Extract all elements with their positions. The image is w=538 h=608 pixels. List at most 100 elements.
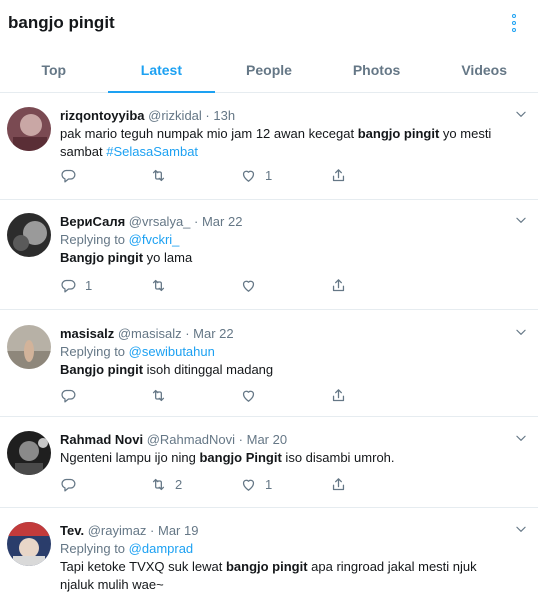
retweet-button[interactable] [150, 277, 240, 294]
like-button[interactable]: 1 [240, 476, 330, 493]
reply-button[interactable] [60, 167, 150, 184]
share-button[interactable] [330, 277, 420, 294]
search-highlight: bangjo pingit [357, 126, 440, 141]
heart-icon [240, 167, 257, 184]
retweet-count: 2 [175, 477, 183, 492]
chevron-down-icon[interactable] [514, 522, 528, 536]
reply-button[interactable] [60, 387, 150, 404]
replying-label: Replying to [60, 344, 129, 359]
tweet-item[interactable]: Tev. @rayimaz · Mar 19 Replying to @damp… [0, 508, 538, 608]
retweet-icon [150, 387, 167, 404]
tweet-time[interactable]: Mar 22 [202, 214, 242, 229]
chevron-down-icon[interactable] [514, 325, 528, 339]
more-vertical-icon[interactable] [504, 12, 524, 34]
tweet-meta: Tev. @rayimaz · Mar 19 [60, 522, 508, 540]
tweet-meta: ВериСаля @vrsalya_ · Mar 22 [60, 213, 508, 231]
user-handle[interactable]: @rayimaz [88, 523, 147, 538]
avatar[interactable] [7, 107, 51, 151]
text-segment: yo lama [143, 250, 193, 265]
tweet-text: Bangjo pingit isoh ditinggal madang [60, 361, 508, 379]
text-segment: Tapi ketoke TVXQ suk lewat [60, 559, 226, 574]
display-name[interactable]: Tev. [60, 523, 84, 538]
display-name[interactable]: rizqontoyyiba [60, 108, 145, 123]
share-button[interactable] [330, 167, 420, 184]
reply-icon [60, 277, 77, 294]
replying-to: Replying to @fvckri_ [60, 231, 508, 249]
retweet-icon [150, 277, 167, 294]
display-name[interactable]: masisalz [60, 326, 114, 341]
avatar[interactable] [7, 325, 51, 369]
share-icon [330, 277, 347, 294]
retweet-button[interactable]: 2 [150, 476, 240, 493]
search-highlight: Bangjo pingit [60, 362, 144, 377]
retweet-button[interactable] [150, 167, 240, 184]
retweet-icon [150, 167, 167, 184]
like-count: 1 [265, 168, 273, 183]
search-tabs: Top Latest People Photos Videos [0, 48, 538, 93]
meta-separator: · [146, 523, 158, 538]
search-title: bangjo pingit [8, 13, 115, 32]
replying-to: Replying to @sewibutahun [60, 343, 508, 361]
tab-top[interactable]: Top [0, 48, 108, 92]
replying-label: Replying to [60, 541, 129, 556]
replying-label: Replying to [60, 232, 129, 247]
user-handle[interactable]: @vrsalya_ [129, 214, 191, 229]
tab-latest[interactable]: Latest [107, 48, 216, 93]
search-highlight: Bangjo pingit [60, 250, 144, 265]
tweet-time[interactable]: Mar 22 [193, 326, 233, 341]
tweet-text: Ngenteni lampu ijo ning bangjo Pingit is… [60, 449, 508, 467]
like-button[interactable]: 1 [240, 167, 330, 184]
reply-button[interactable] [60, 476, 150, 493]
like-button[interactable] [240, 387, 330, 404]
tweet-time[interactable]: 13h [213, 108, 235, 123]
tab-videos[interactable]: Videos [430, 48, 538, 92]
chevron-down-icon[interactable] [514, 213, 528, 227]
text-segment: isoh ditinggal madang [143, 362, 274, 377]
tweet-meta: masisalz @masisalz · Mar 22 [60, 325, 508, 343]
search-highlight: bangjo Pingit [199, 450, 282, 465]
chevron-down-icon[interactable] [514, 431, 528, 445]
tweet-time[interactable]: Mar 20 [247, 432, 287, 447]
tweet-time[interactable]: Mar 19 [158, 523, 198, 538]
display-name[interactable]: ВериСаля [60, 214, 125, 229]
share-button[interactable] [330, 387, 420, 404]
meta-separator: · [181, 326, 194, 341]
tweet-text: Bangjo pingit yo lama [60, 249, 508, 267]
replying-to: Replying to @damprad [60, 540, 508, 558]
tab-photos[interactable]: Photos [323, 48, 431, 92]
mention-link[interactable]: @sewibutahun [129, 344, 215, 359]
avatar[interactable] [7, 431, 51, 475]
meta-separator: · [201, 108, 214, 123]
user-handle[interactable]: @masisalz [118, 326, 182, 341]
share-button[interactable] [330, 476, 420, 493]
reply-count: 1 [85, 278, 93, 293]
tweet-item[interactable]: ВериСаля @vrsalya_ · Mar 22 Replying to … [0, 200, 538, 310]
share-icon [330, 387, 347, 404]
chevron-down-icon[interactable] [514, 107, 528, 121]
meta-separator: · [235, 432, 247, 447]
like-button[interactable] [240, 277, 330, 294]
text-segment: Ngenteni lampu ijo ning [60, 450, 200, 465]
tab-people[interactable]: People [215, 48, 323, 92]
display-name[interactable]: Rahmad Novi [60, 432, 143, 447]
reply-button[interactable]: 1 [60, 277, 150, 294]
text-segment: pak mario teguh numpak mio jam 12 awan k… [60, 126, 358, 141]
avatar[interactable] [7, 522, 51, 566]
hashtag-link[interactable]: #SelasaSambat [106, 144, 198, 159]
user-handle[interactable]: @rizkidal [148, 108, 202, 123]
reply-icon [60, 387, 77, 404]
retweet-button[interactable] [150, 387, 240, 404]
search-header: bangjo pingit [0, 0, 538, 48]
mention-link[interactable]: @fvckri_ [129, 232, 180, 247]
share-icon [330, 476, 347, 493]
share-icon [330, 167, 347, 184]
heart-icon [240, 277, 257, 294]
user-handle[interactable]: @RahmadNovi [147, 432, 235, 447]
tweet-text: Tapi ketoke TVXQ suk lewat bangjo pingit… [60, 558, 508, 594]
tweet-text: pak mario teguh numpak mio jam 12 awan k… [60, 125, 508, 161]
tweet-item[interactable]: rizqontoyyiba @rizkidal · 13h pak mario … [0, 93, 538, 200]
tweet-item[interactable]: Rahmad Novi @RahmadNovi · Mar 20 Ngenten… [0, 417, 538, 508]
avatar[interactable] [7, 213, 51, 257]
tweet-item[interactable]: masisalz @masisalz · Mar 22 Replying to … [0, 310, 538, 417]
mention-link[interactable]: @damprad [129, 541, 194, 556]
